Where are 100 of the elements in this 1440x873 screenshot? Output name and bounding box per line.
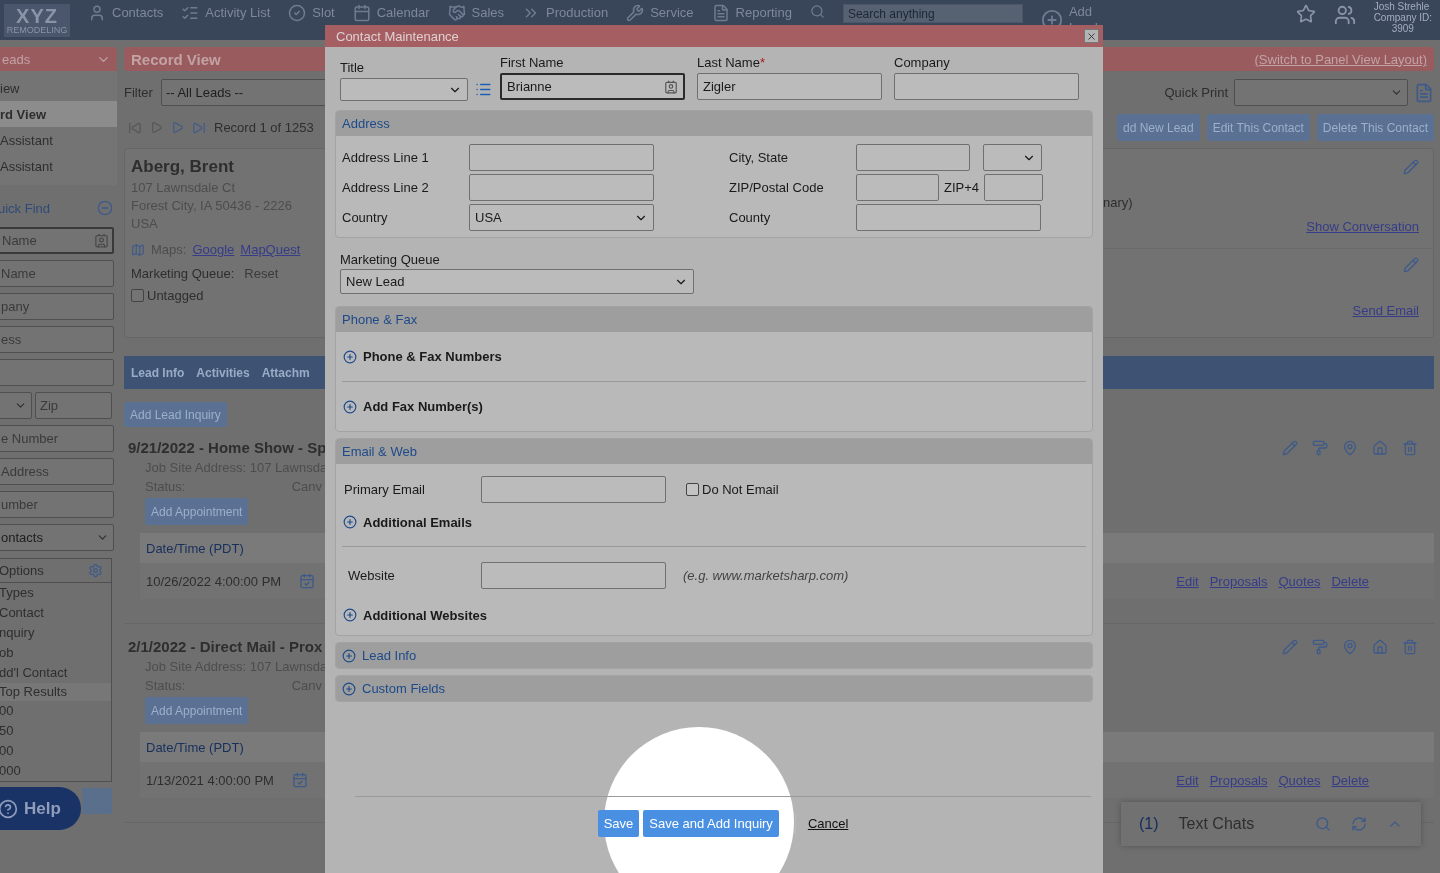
options-item[interactable]: ob: [0, 643, 111, 663]
map-link[interactable]: MapQuest: [240, 242, 301, 257]
row-action-link[interactable]: Edit: [1176, 772, 1199, 788]
sidebar-item[interactable]: rd View: [0, 101, 117, 127]
logo[interactable]: XYZ REMODELING: [4, 4, 70, 37]
map-pin-icon[interactable]: [1342, 638, 1358, 655]
text-field[interactable]: [894, 73, 1079, 100]
options-item[interactable]: Types: [0, 583, 111, 603]
add-link[interactable]: Add Fax Number(s): [336, 382, 1092, 431]
paint-roller-icon[interactable]: [1312, 439, 1328, 456]
city-field[interactable]: [856, 144, 970, 171]
pencil-icon[interactable]: [1282, 439, 1298, 456]
options-item[interactable]: 000: [0, 761, 111, 781]
house-icon[interactable]: [1372, 638, 1388, 655]
search-field[interactable]: Search anything: [842, 4, 1023, 23]
add-link[interactable]: Additional Emails: [336, 504, 1092, 540]
search-field[interactable]: Name: [0, 260, 114, 287]
save-button[interactable]: Save and Add Inquiry: [643, 810, 779, 837]
options-item[interactable]: 50: [0, 721, 111, 741]
options-item[interactable]: 00: [0, 701, 111, 721]
section-header[interactable]: Custom Fields: [336, 676, 1092, 701]
nav-item[interactable]: Activity List: [181, 4, 271, 22]
nav-item[interactable]: Calendar: [352, 4, 430, 22]
settings-icon[interactable]: [88, 563, 103, 578]
pdf-icon[interactable]: [1414, 82, 1434, 103]
search-field[interactable]: pany: [0, 293, 114, 320]
map-link[interactable]: Google: [192, 242, 235, 257]
add-inquiry-button[interactable]: Add Lead Inquiry: [124, 402, 227, 427]
text-field[interactable]: [469, 174, 654, 201]
pencil-icon[interactable]: [1282, 638, 1298, 655]
collapse-icon[interactable]: [97, 200, 113, 216]
zip-field[interactable]: [856, 174, 939, 201]
refresh-icon[interactable]: [1351, 816, 1367, 832]
nav-item[interactable]: Sales: [447, 4, 505, 22]
add-appointment-button[interactable]: Add Appointment: [145, 498, 249, 525]
title-select[interactable]: [340, 78, 468, 101]
save-button[interactable]: Save: [597, 810, 640, 837]
search-field[interactable]: umber: [0, 491, 114, 518]
nav-item[interactable]: Service: [626, 4, 694, 22]
search-field[interactable]: e Number: [0, 425, 114, 452]
tab[interactable]: Activities: [196, 365, 250, 380]
zip-field[interactable]: Zip: [35, 392, 112, 419]
search-field[interactable]: Address: [0, 458, 114, 485]
tab[interactable]: Lead Info: [131, 365, 185, 380]
country-select[interactable]: USA: [469, 204, 654, 231]
pencil-icon[interactable]: [1403, 257, 1419, 273]
pencil-icon[interactable]: [1403, 159, 1419, 175]
marketing-queue-select[interactable]: New Lead: [340, 269, 694, 294]
checkbox[interactable]: [131, 289, 144, 302]
options-item[interactable]: 00: [0, 741, 111, 761]
search-icon[interactable]: [1315, 816, 1331, 832]
show-conversation-link[interactable]: Show Conversation: [1306, 219, 1419, 234]
list-icon[interactable]: [475, 81, 492, 98]
add-appointment-button[interactable]: Add Appointment: [145, 697, 249, 724]
text-chats-panel[interactable]: (1) Text Chats: [1121, 802, 1421, 846]
action-button[interactable]: dd New Lead: [1116, 114, 1200, 141]
leads-header[interactable]: eads: [0, 47, 117, 71]
switch-layout-link[interactable]: (Switch to Panel View Layout): [1254, 51, 1427, 67]
action-button[interactable]: Edit This Contact: [1206, 114, 1310, 141]
quick-print-select[interactable]: [1234, 79, 1408, 106]
last-record-icon[interactable]: [192, 120, 206, 135]
row-action-link[interactable]: Quotes: [1278, 772, 1321, 788]
next-record-icon[interactable]: [171, 121, 184, 134]
email-field[interactable]: [481, 475, 666, 503]
map-pin-icon[interactable]: [1342, 439, 1358, 456]
trash-icon[interactable]: [1402, 638, 1418, 655]
text-field[interactable]: Brianne: [500, 73, 685, 100]
row-action-link[interactable]: Proposals: [1209, 573, 1268, 589]
options-item[interactable]: Contact: [0, 603, 111, 623]
row-action-link[interactable]: Delete: [1331, 573, 1369, 589]
text-field[interactable]: [469, 144, 654, 171]
add-link[interactable]: Phone & Fax Numbers: [336, 332, 1092, 381]
text-field[interactable]: [856, 204, 1041, 231]
checkbox[interactable]: [686, 482, 699, 496]
action-button[interactable]: Delete This Contact: [1316, 114, 1434, 141]
send-email-link[interactable]: Send Email: [1352, 303, 1419, 318]
search-field[interactable]: [0, 359, 114, 386]
state-select[interactable]: [0, 392, 32, 419]
trash-icon[interactable]: [1402, 439, 1418, 456]
previous-record-icon[interactable]: [150, 121, 163, 134]
state-select[interactable]: [983, 144, 1042, 171]
website-field[interactable]: [481, 561, 666, 589]
tab[interactable]: Attachm: [261, 365, 310, 380]
calendar-check-icon[interactable]: [299, 573, 316, 589]
nav-item[interactable]: Reporting: [711, 4, 792, 22]
row-action-link[interactable]: Edit: [1176, 573, 1199, 589]
nav-item[interactable]: Production: [522, 4, 609, 22]
zip4-field[interactable]: [984, 174, 1044, 201]
row-action-link[interactable]: Delete: [1331, 772, 1369, 788]
sidebar-button[interactable]: [82, 788, 112, 814]
row-action-link[interactable]: Proposals: [1209, 772, 1268, 788]
close-button[interactable]: [1084, 29, 1099, 43]
section-header[interactable]: Lead Info: [336, 643, 1092, 668]
text-field[interactable]: Zigler: [697, 73, 882, 100]
search-field[interactable]: Name: [0, 227, 114, 254]
first-record-icon[interactable]: [128, 120, 142, 135]
search-field[interactable]: ess: [0, 326, 114, 353]
users-icon[interactable]: [1333, 4, 1356, 26]
nav-item[interactable]: Contacts: [88, 4, 164, 22]
help-button[interactable]: Help: [0, 787, 81, 830]
